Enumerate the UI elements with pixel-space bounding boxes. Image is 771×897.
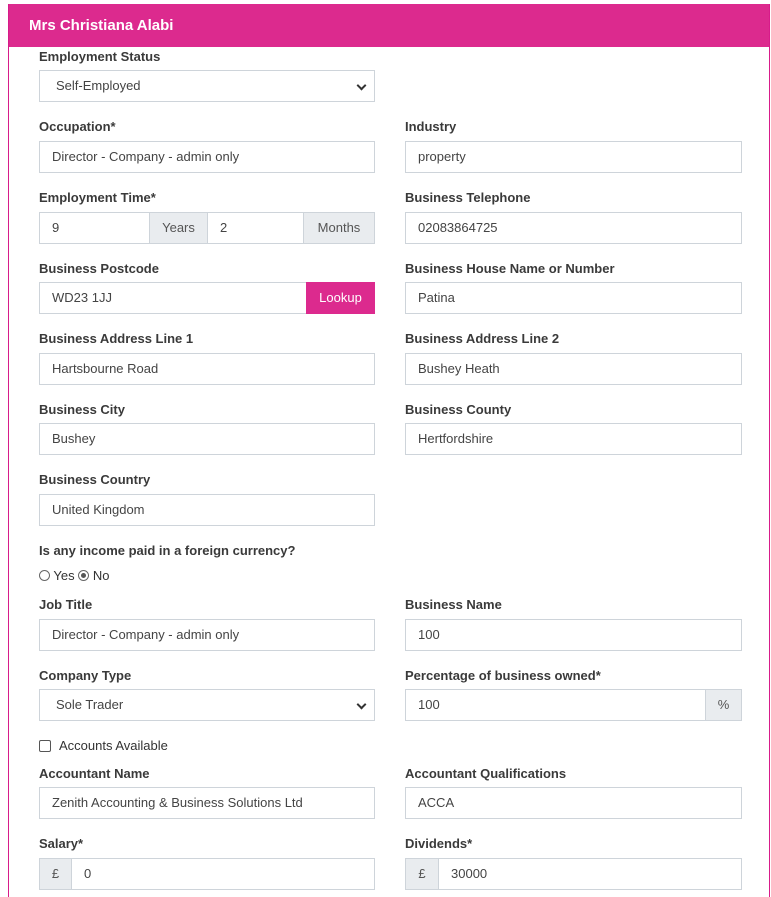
no-radio[interactable] [78,570,90,581]
employment-years-input[interactable]: 9 [39,212,150,244]
occupation-label: Occupation* [39,119,116,134]
accountant-name-label: Accountant Name [39,766,150,781]
business-name-input[interactable]: 100 [405,619,742,651]
yes-radio[interactable] [39,570,50,581]
address-line2-label: Business Address Line 2 [405,331,560,346]
company-type-label: Company Type [39,668,132,683]
industry-input[interactable]: property [405,141,742,173]
dividends-input[interactable]: 30000 [438,858,742,890]
accountant-qualifications-label: Accountant Qualifications [405,766,567,781]
job-title-label: Job Title [39,597,93,612]
business-house-input[interactable]: Patina [405,282,742,314]
business-telephone-label: Business Telephone [405,190,531,205]
no-radio-label: No [92,568,110,583]
accountant-name-input[interactable]: Zenith Accounting & Business Solutions L… [39,787,375,819]
city-input[interactable]: Bushey [39,423,375,455]
salary-label: Salary* [39,836,84,851]
employment-time-label: Employment Time* [39,190,156,205]
accounts-available-checkbox[interactable] [39,740,51,752]
business-postcode-input[interactable]: WD23 1JJ [39,282,307,314]
yes-radio-label: Yes [53,568,75,583]
salary-input[interactable]: 0 [71,858,375,890]
foreign-currency-options: Yes No [39,568,109,583]
business-telephone-input[interactable]: 02083864725 [405,212,742,244]
industry-label: Industry [405,119,457,134]
percent-addon: % [705,689,742,721]
salary-currency-addon: £ [39,858,72,890]
years-addon: Years [149,212,208,244]
employment-months-input[interactable]: 2 [207,212,304,244]
months-addon: Months [303,212,375,244]
panel-header-title: Mrs Christiana Alabi [9,4,769,47]
accountant-qualifications-input[interactable]: ACCA [405,787,742,819]
company-type-select[interactable]: Sole Trader [39,689,375,721]
business-house-label: Business House Name or Number [405,261,615,276]
dividends-label: Dividends* [405,836,473,851]
foreign-currency-label: Is any income paid in a foreign currency… [39,543,296,558]
county-input[interactable]: Hertfordshire [405,423,742,455]
address-line1-input[interactable]: Hartsbourne Road [39,353,375,385]
dividends-currency-addon: £ [405,858,439,890]
business-name-label: Business Name [405,597,502,612]
company-type-value: Sole Trader [56,697,124,712]
accounts-available-label: Accounts Available [59,738,168,753]
occupation-input[interactable]: Director - Company - admin only [39,141,375,173]
percentage-owned-input[interactable]: 100 [405,689,706,721]
employment-status-value: Self-Employed [56,78,141,93]
job-title-input[interactable]: Director - Company - admin only [39,619,375,651]
county-label: Business County [405,402,512,417]
country-label: Business Country [39,472,151,487]
city-label: Business City [39,402,125,417]
employment-status-select[interactable]: Self-Employed [39,70,375,102]
address-line2-input[interactable]: Bushey Heath [405,353,742,385]
business-postcode-label: Business Postcode [39,261,159,276]
percentage-owned-label: Percentage of business owned* [405,668,601,683]
address-line1-label: Business Address Line 1 [39,331,194,346]
country-input[interactable]: United Kingdom [39,494,375,526]
employment-status-label: Employment Status [39,49,161,64]
lookup-button[interactable]: Lookup [306,282,375,314]
